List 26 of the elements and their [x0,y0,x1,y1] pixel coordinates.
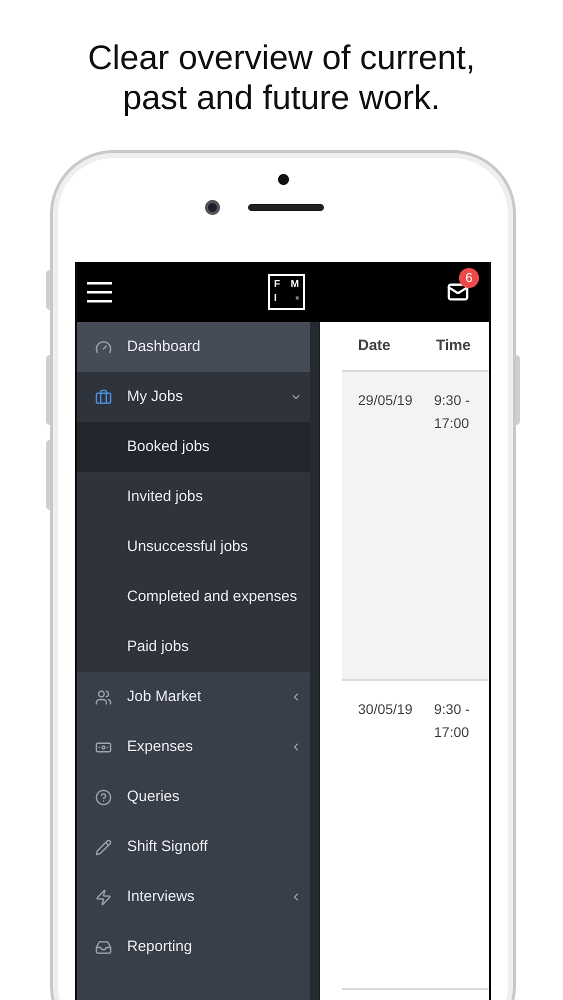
inbox-icon [95,938,112,956]
count-badge: 6 [459,268,479,288]
menu-icon[interactable] [87,281,112,303]
column-header: Time [436,336,471,356]
table-cell-text: 30/05/19 [357,700,414,719]
submenu-item[interactable]: Unsuccessful jobs [77,522,310,572]
submenu-item[interactable]: Invited jobs [77,472,310,522]
mail-icon [447,281,469,303]
pencil-icon [95,838,112,856]
people-icon [95,688,112,706]
column-header: Date [358,336,392,356]
submenu-item[interactable]: Booked jobs [77,422,310,472]
menu-item[interactable]: My Jobs [77,372,310,422]
briefcase-icon [95,388,112,406]
menu-item[interactable]: Dashboard [77,322,310,372]
headline: Clear overview of current, past and future work. [86,38,476,118]
submenu-item[interactable]: Paid jobs [77,622,310,672]
table-cell-text: 29/05/19 [357,391,414,410]
gauge-icon [95,338,112,356]
table-cell-text: 9:30 - 17:00 [434,700,471,742]
messages-button[interactable]: 6 [447,268,479,303]
lightning-icon [95,888,112,906]
question-icon [95,788,112,806]
submenu-item[interactable]: Completed and expenses [77,572,310,622]
camera-lens [204,200,220,215]
table-cell-text: 9:30 - 17:00 [434,391,471,433]
